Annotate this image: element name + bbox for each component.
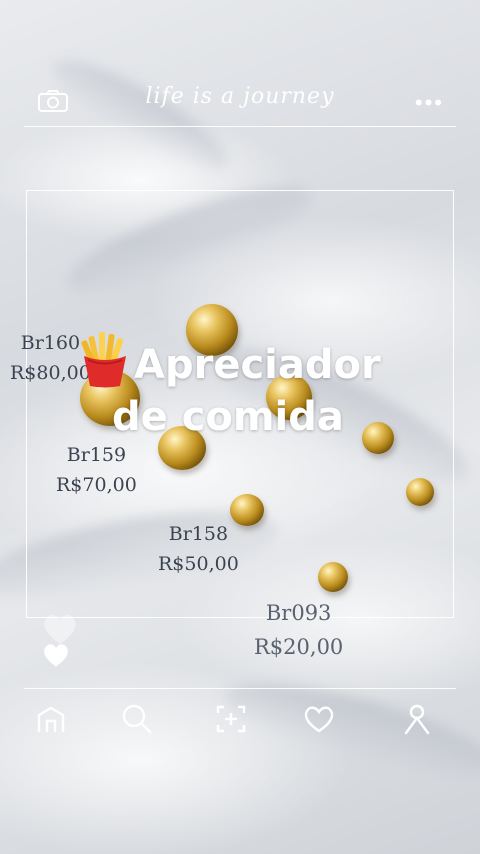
bottom-nav <box>24 688 456 749</box>
post-title: Apreciador de comida <box>80 332 420 443</box>
product-label: Br158 R$50,00 <box>158 519 239 579</box>
brand-title: life is a journey <box>145 84 335 109</box>
gold-bead <box>406 478 434 506</box>
product-label: Br159 R$70,00 <box>56 440 137 500</box>
post-title-line2: de comida <box>112 394 344 440</box>
profile-icon[interactable] <box>400 703 434 735</box>
search-icon[interactable] <box>120 703 154 735</box>
add-post-icon[interactable] <box>214 703 248 735</box>
heart-animation-icon <box>44 614 76 644</box>
french-fries-icon <box>81 332 126 388</box>
top-bar: life is a journey ••• <box>24 76 456 127</box>
product-label: Br160 R$80,00 <box>10 328 91 388</box>
product-code: Br159 <box>66 444 127 466</box>
heart-icon[interactable] <box>302 703 336 735</box>
product-code: Br093 <box>265 601 332 625</box>
product-price: R$70,00 <box>56 474 137 496</box>
more-options-icon[interactable]: ••• <box>415 92 444 114</box>
product-code: Br160 <box>20 332 81 354</box>
like-heart-icon[interactable] <box>42 642 70 668</box>
product-price: R$20,00 <box>254 635 344 659</box>
product-code: Br158 <box>168 523 229 545</box>
product-price: R$80,00 <box>10 362 91 384</box>
gold-bead <box>318 562 348 592</box>
product-label: Br093 R$20,00 <box>254 596 343 664</box>
home-icon[interactable] <box>34 703 68 735</box>
product-price: R$50,00 <box>158 553 239 575</box>
post-title-line1: Apreciador <box>134 342 381 388</box>
